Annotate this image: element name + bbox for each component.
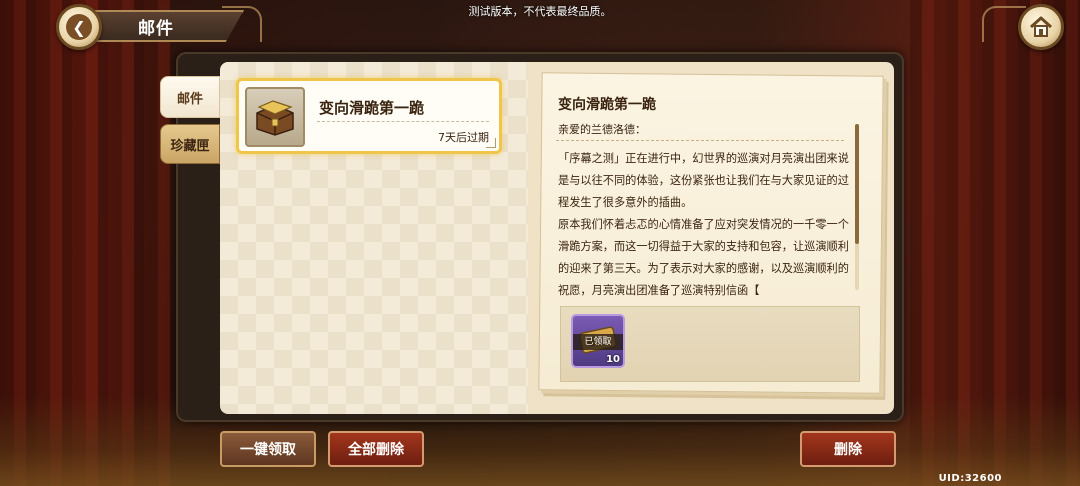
letter-title: 变向滑跪第一跪 <box>558 97 656 113</box>
mail-item-expiry: 7天后过期 <box>438 131 489 144</box>
letter-scrollbar-thumb[interactable] <box>855 124 859 244</box>
back-button[interactable]: ❮ <box>56 4 102 50</box>
treasure-chest-icon <box>245 87 305 147</box>
mail-item-corner-ornament <box>486 138 496 148</box>
letter-body[interactable]: 「序幕之测」正在进行中，幻世界的巡演对月亮演出团来说是与以往不同的体验，这份紧张… <box>558 148 852 300</box>
home-icon <box>1029 16 1053 37</box>
letter-greeting: 亲爱的兰德洛德： <box>558 123 646 136</box>
attachment-item[interactable]: 已领取 10 <box>571 314 625 368</box>
tab-mail[interactable]: 邮件 <box>160 76 220 118</box>
page-title: 邮件 <box>92 10 244 42</box>
back-arrow-icon: ❮ <box>66 14 92 40</box>
user-id-label: UID:32600 <box>938 473 1002 484</box>
attachment-claimed-label: 已领取 <box>573 334 623 350</box>
mail-item-title: 变向滑跪第一跪 <box>319 99 425 117</box>
delete-button[interactable]: 删除 <box>800 431 896 467</box>
claim-all-button[interactable]: 一键领取 <box>220 431 316 467</box>
mail-list-item[interactable]: 变向滑跪第一跪 7天后过期 <box>236 78 502 154</box>
delete-all-button[interactable]: 全部删除 <box>328 431 424 467</box>
tab-collection-box[interactable]: 珍藏匣 <box>160 124 220 164</box>
mail-item-divider <box>317 121 489 122</box>
tab-mail-label: 邮件 <box>176 91 203 107</box>
tab-collection-box-label: 珍藏匣 <box>170 138 210 154</box>
letter-divider <box>556 140 844 141</box>
attachment-count: 10 <box>606 354 620 365</box>
home-button[interactable] <box>1018 4 1064 50</box>
